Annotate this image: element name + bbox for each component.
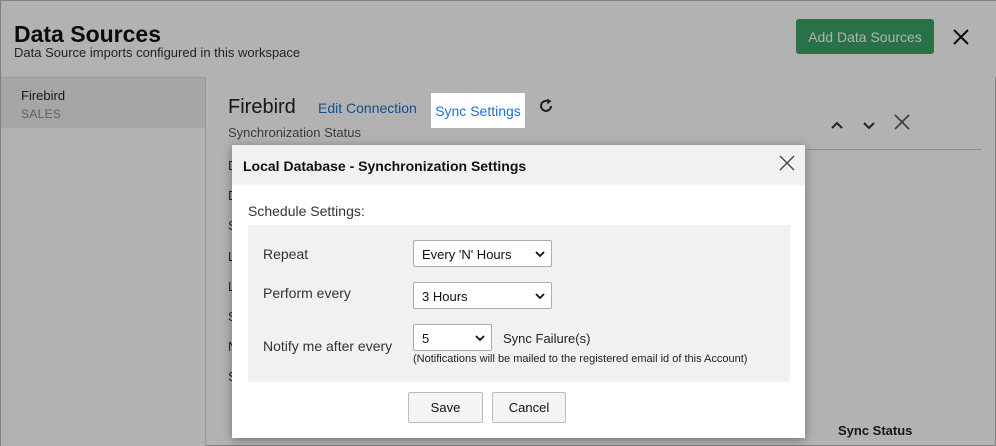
perform-every-select-value: 3 Hours: [422, 289, 468, 304]
chevron-down-icon: [535, 251, 545, 258]
dialog-title: Local Database - Synchronization Setting…: [243, 158, 527, 174]
cancel-button[interactable]: Cancel: [492, 392, 566, 423]
sync-failure-label: Sync Failure(s): [503, 331, 591, 346]
repeat-select[interactable]: Every 'N' Hours: [413, 240, 552, 267]
notification-note: (Notifications will be mailed to the reg…: [413, 353, 748, 365]
dialog-header: Local Database - Synchronization Setting…: [232, 145, 805, 185]
schedule-settings-panel: Repeat Every 'N' Hours Perform every 3 H…: [248, 225, 790, 382]
perform-every-label: Perform every: [263, 285, 351, 301]
chevron-down-icon: [535, 293, 545, 300]
notify-count-select-value: 5: [422, 331, 430, 346]
notify-count-select[interactable]: 5: [413, 324, 492, 351]
save-button[interactable]: Save: [408, 392, 483, 423]
notify-label: Notify me after every: [263, 338, 393, 354]
close-icon[interactable]: [778, 154, 796, 172]
sync-settings-link[interactable]: Sync Settings: [435, 103, 521, 119]
sync-settings-dialog: Local Database - Synchronization Setting…: [232, 145, 805, 438]
chevron-down-icon: [475, 335, 485, 342]
repeat-label: Repeat: [263, 246, 309, 262]
repeat-select-value: Every 'N' Hours: [422, 247, 512, 262]
schedule-settings-label: Schedule Settings:: [248, 203, 365, 219]
perform-every-select[interactable]: 3 Hours: [413, 282, 552, 309]
sync-settings-highlight[interactable]: Sync Settings: [431, 93, 525, 128]
